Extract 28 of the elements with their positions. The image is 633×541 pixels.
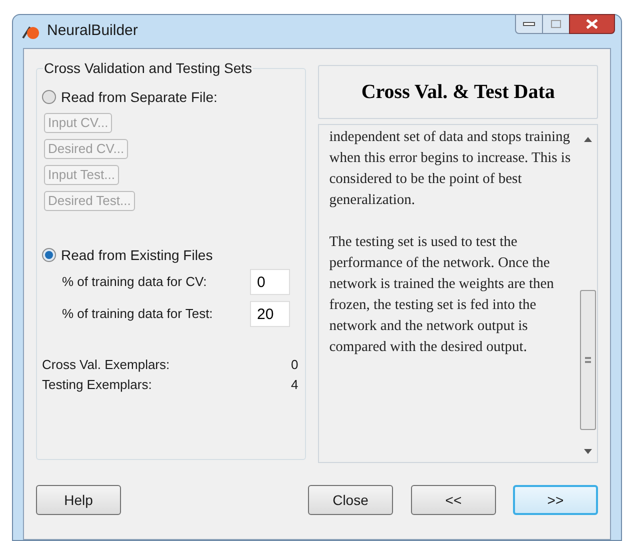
field-label: % of training data for Test: [62, 305, 214, 324]
window-title: NeuralBuilder [47, 21, 138, 42]
scroll-thumb[interactable] [580, 290, 596, 430]
stat-value: 4 [291, 376, 298, 394]
close-button[interactable] [569, 14, 615, 34]
group-title: Cross Validation and Testing Sets [43, 60, 254, 76]
field-label: % of training data for CV: [62, 273, 208, 292]
stat-label: Testing Exemplars: [42, 376, 152, 394]
radio-button[interactable] [42, 90, 56, 104]
radio-button[interactable] [42, 248, 56, 262]
dialog-button[interactable]: >> [512, 485, 598, 515]
scroll-down-icon[interactable] [584, 449, 592, 454]
dialog-button[interactable]: << [410, 485, 496, 515]
dialog-button[interactable]: Close [308, 485, 393, 515]
radio-label[interactable]: Read from Separate File: [61, 86, 218, 108]
help-paragraph: The testing set is used to test the performance of the network. Once the network is trained the weights are then frozen, the testing set is fed into the network and the network output is compared with the desired output. [329, 233, 555, 357]
help-title: Cross Val. & Test Data [361, 80, 555, 105]
app-icon [21, 24, 41, 40]
scroll-up-icon[interactable] [584, 137, 592, 142]
close-icon [586, 19, 598, 29]
help-paragraph: independent set of data and stops training when this error begins to increase. This is considered to be the point of best generalization. [329, 128, 572, 210]
input-field[interactable]: 0 [250, 269, 290, 295]
radio-label[interactable]: Read from Existing Files [61, 244, 213, 266]
minimize-button[interactable] [515, 14, 543, 34]
input-field[interactable]: 20 [250, 301, 290, 327]
stat-label: Cross Val. Exemplars: [42, 356, 170, 374]
stat-value: 0 [291, 356, 298, 374]
dialog-button[interactable]: Help [36, 485, 121, 515]
